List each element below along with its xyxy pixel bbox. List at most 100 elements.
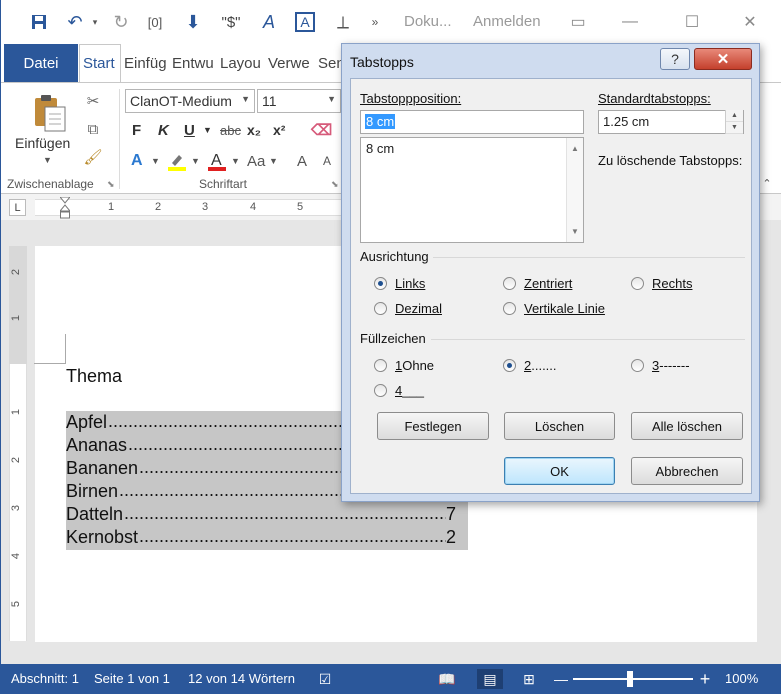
zoom-slider[interactable] <box>573 678 693 680</box>
toc-label: Ananas <box>66 435 128 455</box>
scroll-up-icon[interactable]: ▲ <box>571 144 579 153</box>
format-icon[interactable]: "$" <box>215 8 247 36</box>
tab-start[interactable]: Start <box>79 44 121 82</box>
read-mode-icon[interactable]: 📖 <box>437 669 457 689</box>
spin-down-icon[interactable]: ▼ <box>726 122 743 134</box>
underline-dropdown-icon[interactable]: ▼ <box>203 119 212 141</box>
field-code-icon[interactable]: [0] <box>141 8 169 36</box>
toc-line[interactable]: Datteln 7................................… <box>66 503 468 526</box>
signin-link[interactable]: Anmelden <box>473 13 541 30</box>
zoom-in-icon[interactable]: + <box>695 669 715 689</box>
collapse-ribbon-icon[interactable]: ⌃ <box>757 173 777 193</box>
paste-button-label[interactable]: Einfügen <box>15 135 70 151</box>
font-name-combo[interactable]: ClanOT-Medium ▼ <box>125 89 255 113</box>
ruler-number: 1 <box>108 201 115 213</box>
undo-icon[interactable]: ↶ <box>61 8 89 36</box>
font-color-icon[interactable]: A <box>207 149 227 173</box>
font-color-dropdown-icon[interactable]: ▼ <box>231 149 240 173</box>
zoom-level[interactable]: 100% <box>725 671 758 686</box>
superscript-button[interactable]: x² <box>273 119 285 141</box>
format-painter-brush-icon[interactable]: 🖌 <box>83 147 103 167</box>
more-icon[interactable]: » <box>365 8 385 36</box>
help-button[interactable]: ? <box>660 48 690 70</box>
undo-dropdown-icon[interactable]: ▾ <box>89 8 101 36</box>
maximize-icon[interactable]: ☐ <box>677 10 707 34</box>
change-case-dropdown-icon[interactable]: ▼ <box>269 149 278 173</box>
zoom-out-icon[interactable]: — <box>551 669 571 689</box>
bold-button[interactable]: F <box>132 119 141 141</box>
change-case-button[interactable]: Aa <box>247 149 265 173</box>
tab-layout[interactable]: Layou <box>217 44 263 82</box>
cancel-button[interactable]: Abbrechen <box>631 457 743 485</box>
clipboard-launcher-icon[interactable]: ⬊ <box>107 179 115 190</box>
default-tabs-input[interactable]: 1.25 cm ▲ ▼ <box>598 110 744 134</box>
leader-none-radio[interactable]: 1 Ohne <box>374 358 434 373</box>
list-scrollbar[interactable]: ▲ ▼ <box>566 138 583 242</box>
list-item[interactable]: 8 cm <box>361 138 583 159</box>
font-launcher-icon[interactable]: ⬊ <box>331 179 339 190</box>
default-tabs-spinner[interactable]: ▲ ▼ <box>725 110 743 134</box>
clear-button[interactable]: Löschen <box>504 412 615 440</box>
align-decimal-radio[interactable]: Dezimal <box>374 301 442 316</box>
paste-dropdown-icon[interactable]: ▼ <box>43 155 52 165</box>
clipboard-paste-icon[interactable] <box>31 93 67 133</box>
underline-button[interactable]: U <box>184 119 195 141</box>
leader-dots-radio[interactable]: 2 ....... <box>503 358 557 373</box>
clear-formatting-icon[interactable]: ⌫ <box>311 119 332 141</box>
tab-references[interactable]: Verwe <box>265 44 313 82</box>
redo-icon[interactable]: ↻ <box>107 8 135 36</box>
leader-underline-radio[interactable]: 4 ___ <box>374 383 424 398</box>
save-icon[interactable] <box>25 8 53 36</box>
ok-button[interactable]: OK <box>504 457 615 485</box>
indent-marker-icon[interactable] <box>58 196 72 219</box>
subscript-button[interactable]: x₂ <box>247 119 261 141</box>
web-layout-icon[interactable]: ⊞ <box>519 669 539 689</box>
alignment-label: Ausrichtung <box>360 249 429 264</box>
align-right-radio[interactable]: Rechts <box>631 276 692 291</box>
tab-position-input[interactable]: 8 cm <box>360 110 584 134</box>
textbox-icon[interactable]: A <box>291 8 319 36</box>
document-heading[interactable]: Thema <box>66 366 122 387</box>
font-size-combo[interactable]: 11 ▼ <box>257 89 341 113</box>
spin-up-icon[interactable]: ▲ <box>726 110 743 122</box>
align-left-radio[interactable]: Links <box>374 276 425 291</box>
align-center-radio[interactable]: Zentriert <box>503 276 572 291</box>
print-layout-icon[interactable]: ▤ <box>477 669 503 689</box>
dialog-close-button[interactable]: ✕ <box>694 48 752 70</box>
tab-stop-list[interactable]: 8 cm ▲ ▼ <box>360 137 584 243</box>
grow-font-button[interactable]: A <box>297 149 307 173</box>
tab-insert[interactable]: Einfüg <box>121 44 167 82</box>
highlight-icon[interactable] <box>167 149 187 173</box>
zoom-slider-thumb[interactable] <box>627 671 633 687</box>
toc-line[interactable]: Kernobst 2...............................… <box>66 526 468 550</box>
highlight-dropdown-icon[interactable]: ▼ <box>191 149 200 173</box>
section-indicator[interactable]: Abschnitt: 1 <box>11 671 79 686</box>
scroll-down-icon[interactable]: ▼ <box>571 227 579 236</box>
tab-mailings[interactable]: Sen <box>315 44 341 82</box>
page-indicator[interactable]: Seite 1 von 1 <box>94 671 170 686</box>
strikethrough-button[interactable]: abc <box>220 119 241 141</box>
cut-icon[interactable]: ✂ <box>83 91 103 111</box>
text-effects-dropdown-icon[interactable]: ▼ <box>151 149 160 173</box>
ribbon-display-icon[interactable]: ▭ <box>563 10 593 34</box>
shrink-font-button[interactable]: A <box>323 149 331 173</box>
copy-icon[interactable]: ⧉ <box>83 119 103 139</box>
tab-selector-button[interactable]: L <box>9 199 26 216</box>
text-effects-icon[interactable]: A <box>131 149 143 173</box>
download-arrow-icon[interactable]: ⬇ <box>179 8 207 36</box>
tabstops-dialog: Tabstopps ? ✕ Tabstoppposition: 8 cm 8 c… <box>341 43 760 502</box>
tab-file[interactable]: Datei <box>4 44 78 82</box>
proofing-icon[interactable]: ☑ <box>315 669 335 689</box>
default-tabs-label: Standardtabstopps: <box>598 91 711 106</box>
set-button[interactable]: Festlegen <box>377 412 489 440</box>
close-icon[interactable]: ✕ <box>735 10 765 34</box>
word-count[interactable]: 12 von 14 Wörtern <box>188 671 295 686</box>
format-painter-icon[interactable]: ⟂ <box>329 8 357 36</box>
tab-design[interactable]: Entwu <box>169 44 215 82</box>
clear-all-button[interactable]: Alle löschen <box>631 412 743 440</box>
align-bar-radio[interactable]: Vertikale Linie <box>503 301 605 316</box>
text-effect-icon[interactable]: A <box>255 8 283 36</box>
italic-button[interactable]: K <box>158 119 169 141</box>
minimize-icon[interactable]: — <box>615 10 645 34</box>
leader-dashes-radio[interactable]: 3 ------- <box>631 358 690 373</box>
